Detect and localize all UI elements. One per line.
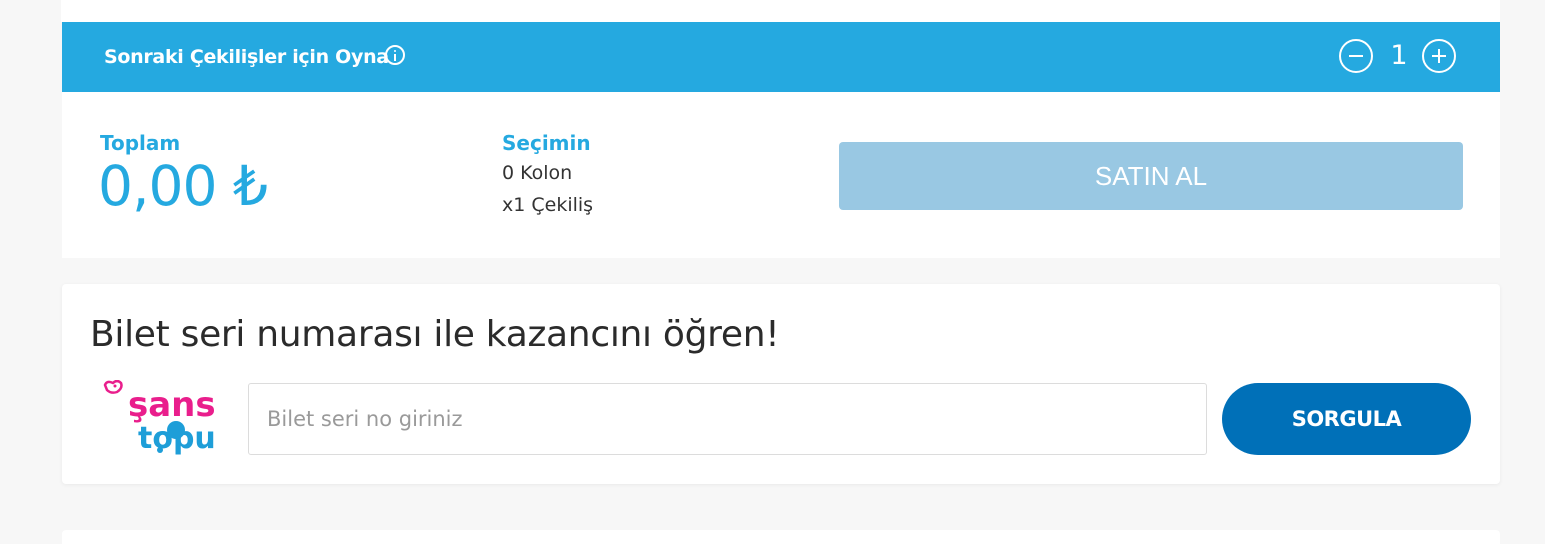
draw-count: 1: [1390, 40, 1408, 71]
minus-icon: [1349, 55, 1363, 57]
ticket-serial-input[interactable]: [248, 383, 1207, 455]
purchase-summary: Toplam 0,00 ₺ Seçimin 0 Kolon x1 Çekiliş…: [62, 92, 1500, 258]
svg-text:şans: şans: [128, 385, 216, 425]
draws-count-text: x1 Çekiliş: [502, 194, 594, 216]
query-button[interactable]: SORGULA: [1222, 383, 1471, 455]
buy-button[interactable]: SATIN AL: [839, 142, 1463, 210]
ticket-query-card: Bilet seri numarası ile kazancını öğren!…: [62, 284, 1500, 484]
total-value: 0,00 ₺: [98, 154, 268, 218]
top-card: [61, 0, 1500, 22]
decrease-draws-button[interactable]: [1339, 39, 1373, 73]
info-icon[interactable]: [385, 45, 405, 65]
next-draws-title: Sonraki Çekilişler için Oyna: [104, 46, 389, 68]
ticket-query-heading: Bilet seri numarası ile kazancını öğren!: [90, 314, 780, 355]
next-draws-bar: Sonraki Çekilişler için Oyna 1: [62, 22, 1500, 92]
selection-label: Seçimin: [502, 131, 591, 155]
sans-topu-logo: şans topu: [103, 380, 216, 456]
next-card-edge: [62, 530, 1500, 544]
total-label: Toplam: [100, 131, 181, 155]
columns-count: 0 Kolon: [502, 162, 573, 184]
increase-draws-button[interactable]: [1422, 39, 1456, 73]
